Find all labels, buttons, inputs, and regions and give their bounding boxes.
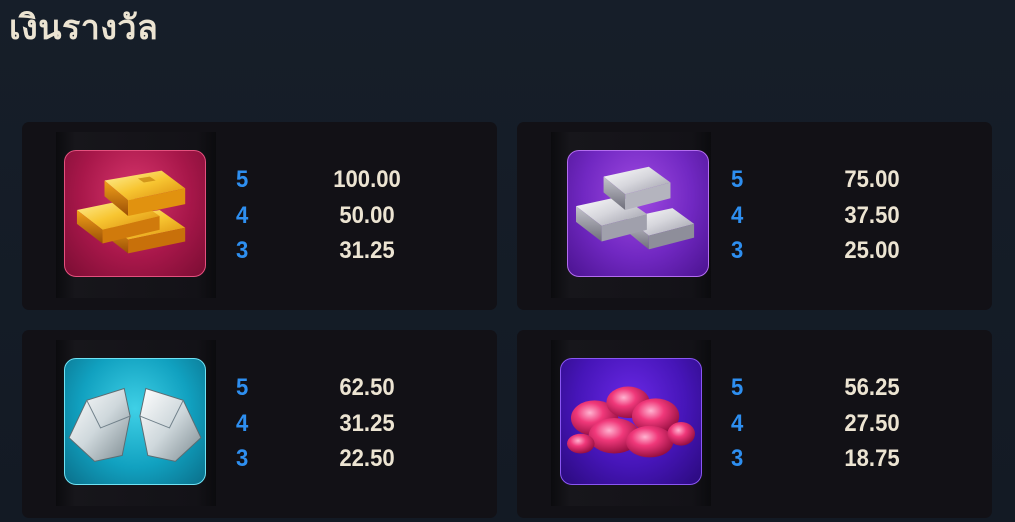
match-count: 3	[731, 445, 744, 472]
match-count: 4	[236, 410, 249, 437]
paytable-card-rubies: 5 56.25 4 27.50 3 18.75	[517, 330, 992, 518]
diamond-icon	[64, 358, 206, 485]
match-count: 3	[236, 445, 249, 472]
payout-amount: 62.50	[339, 374, 395, 401]
payout-amount: 31.25	[339, 410, 395, 437]
payout-amount: 22.50	[339, 445, 395, 472]
paytable-card-silver: 5 75.00 4 37.50 3 25.00	[517, 122, 992, 310]
payout-amount: 31.25	[339, 237, 395, 264]
payout-amount: 56.25	[844, 374, 900, 401]
payout-amount: 27.50	[844, 410, 900, 437]
paytable-card-diamond: 5 62.50 4 31.25 3 22.50	[22, 330, 497, 518]
match-count: 5	[731, 166, 744, 193]
payout-amount: 100.00	[333, 166, 401, 193]
paytable-card-gold: 5 100.00 4 50.00 3 31.25	[22, 122, 497, 310]
payout-amount: 18.75	[844, 445, 900, 472]
payout-amount: 50.00	[339, 202, 395, 229]
match-count: 5	[236, 374, 249, 401]
match-count: 5	[236, 166, 249, 193]
payout-amount: 25.00	[844, 237, 900, 264]
match-count: 3	[236, 237, 249, 264]
payout-amount: 37.50	[844, 202, 900, 229]
match-count: 5	[731, 374, 744, 401]
payout-amount: 75.00	[844, 166, 900, 193]
rubies-icon	[560, 358, 702, 485]
match-count: 4	[236, 202, 249, 229]
page-title: เงินรางวัล	[9, 8, 159, 48]
match-count: 3	[731, 237, 744, 264]
match-count: 4	[731, 202, 744, 229]
gold-bars-icon	[64, 150, 206, 277]
paytable-page: เงินรางวัล 5 100.00 4 50.00 3 31.25 5 75…	[0, 0, 1015, 522]
silver-bars-icon	[567, 150, 709, 277]
match-count: 4	[731, 410, 744, 437]
